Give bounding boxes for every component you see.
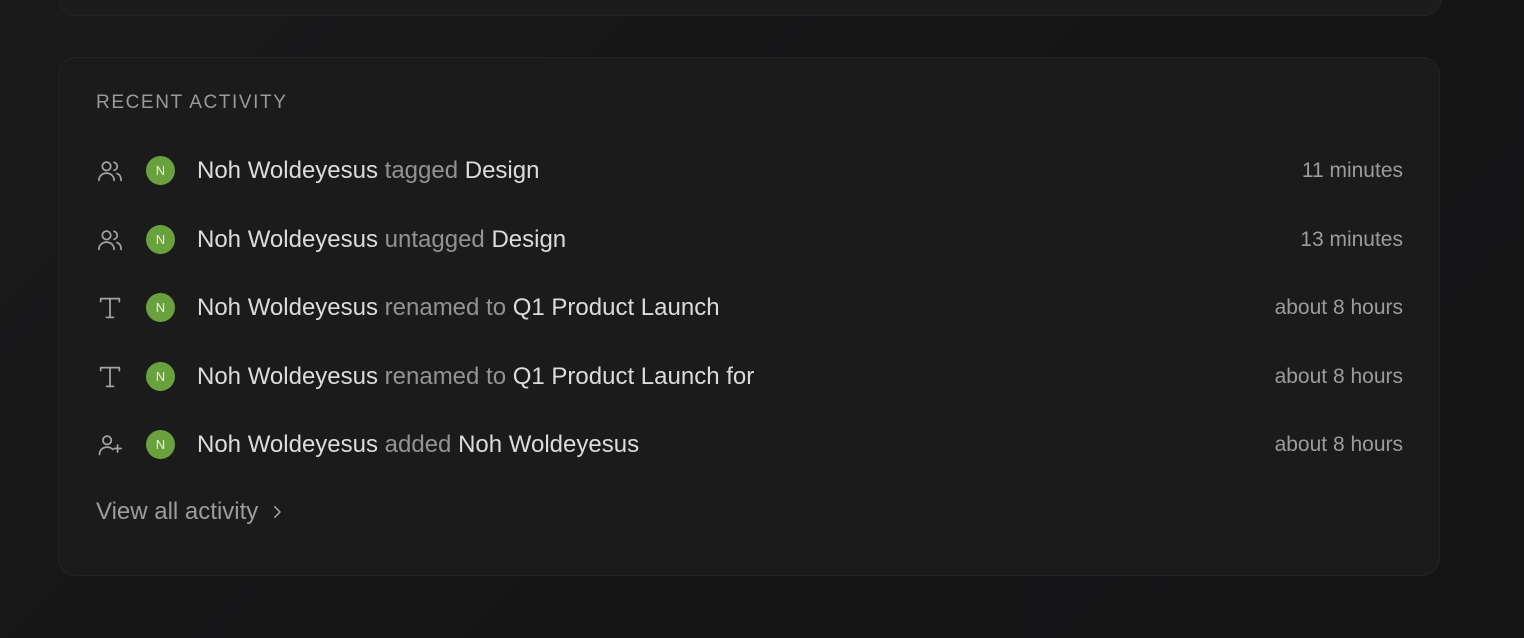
activity-time: about 8 hours xyxy=(1274,433,1403,456)
recent-activity-card: RECENT ACTIVITY N Noh Woldeyesus tagged … xyxy=(58,57,1440,576)
activity-target: Q1 Product Launch xyxy=(512,294,720,321)
section-title: RECENT ACTIVITY xyxy=(96,92,288,113)
activity-verb: renamed to xyxy=(384,294,507,321)
activity-text: Noh Woldeyesus renamed to Q1 Product Lau… xyxy=(197,293,720,323)
activity-verb: untagged xyxy=(384,225,485,253)
activity-verb: added xyxy=(384,431,452,458)
avatar: N xyxy=(146,156,175,185)
activity-list: N Noh Woldeyesus tagged Design 11 minute… xyxy=(59,136,1439,479)
activity-actor: Noh Woldeyesus xyxy=(197,294,378,321)
activity-target: Q1 Product Launch for xyxy=(512,362,755,390)
users-icon xyxy=(96,157,124,185)
activity-row[interactable]: N Noh Woldeyesus tagged Design 11 minute… xyxy=(59,136,1439,205)
activity-row[interactable]: N Noh Woldeyesus untagged Design 13 minu… xyxy=(59,205,1439,274)
activity-actor: Noh Woldeyesus xyxy=(197,225,378,253)
activity-text: Noh Woldeyesus untagged Design xyxy=(197,225,566,255)
view-all-label: View all activity xyxy=(96,498,259,525)
activity-verb: renamed to xyxy=(384,362,507,390)
avatar: N xyxy=(146,361,175,391)
activity-actor: Noh Woldeyesus xyxy=(197,431,378,458)
activity-time: about 8 hours xyxy=(1274,364,1403,388)
text-icon xyxy=(96,294,124,322)
avatar: N xyxy=(146,224,175,254)
users-icon xyxy=(96,226,124,254)
activity-time: 11 minutes xyxy=(1301,159,1403,182)
activity-target: Noh Woldeyesus xyxy=(458,431,640,458)
previous-card xyxy=(58,0,1442,16)
activity-actor: Noh Woldeyesus xyxy=(197,362,378,390)
chevron-right-icon xyxy=(268,503,286,521)
activity-row[interactable]: N Noh Woldeyesus added Noh Woldeyesus ab… xyxy=(59,410,1439,479)
activity-text: Noh Woldeyesus tagged Design xyxy=(197,156,539,186)
activity-time: 13 minutes xyxy=(1300,227,1403,251)
activity-actor: Noh Woldeyesus xyxy=(197,157,378,184)
avatar: N xyxy=(146,293,175,322)
avatar: N xyxy=(146,430,175,459)
view-all-activity-link[interactable]: View all activity xyxy=(96,498,286,526)
text-icon xyxy=(96,363,124,391)
activity-row[interactable]: N Noh Woldeyesus renamed to Q1 Product L… xyxy=(59,273,1439,342)
user-plus-icon xyxy=(96,431,124,459)
activity-text: Noh Woldeyesus renamed to Q1 Product Lau… xyxy=(197,362,754,392)
activity-time: about 8 hours xyxy=(1274,296,1403,319)
activity-target: Design xyxy=(464,157,540,184)
activity-text: Noh Woldeyesus added Noh Woldeyesus xyxy=(197,430,639,460)
activity-row[interactable]: N Noh Woldeyesus renamed to Q1 Product L… xyxy=(59,342,1439,411)
activity-verb: tagged xyxy=(384,157,459,184)
activity-target: Design xyxy=(491,225,567,253)
